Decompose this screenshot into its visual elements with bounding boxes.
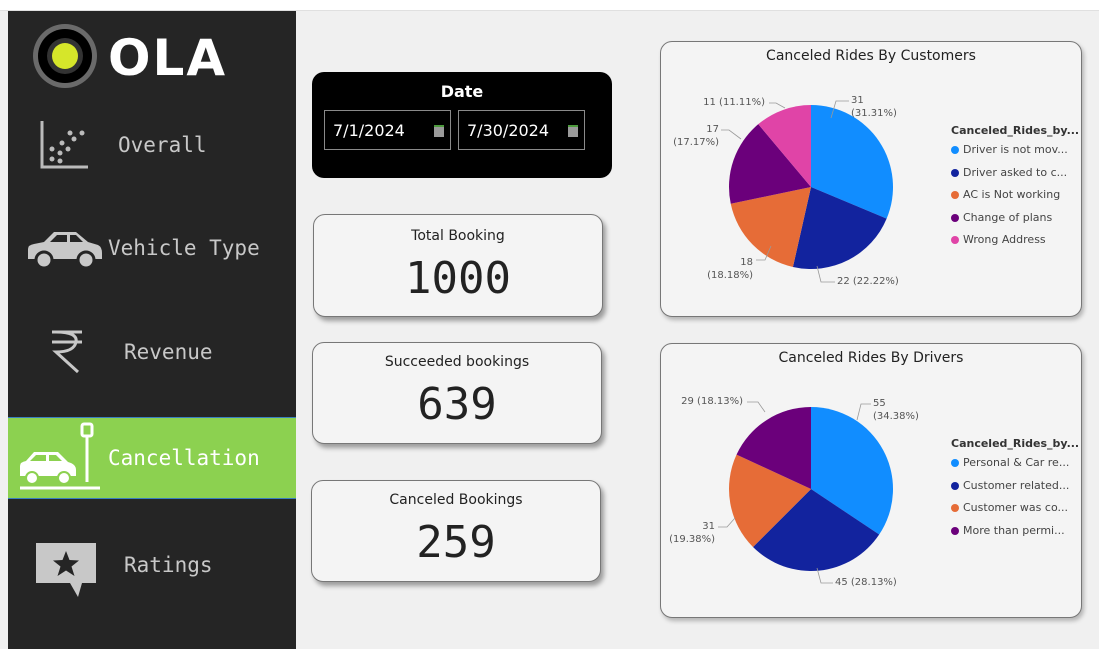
end-date-value: 7/30/2024: [467, 121, 550, 140]
kpi-value: 639: [417, 379, 497, 430]
legend-item[interactable]: AC is Not working: [951, 188, 1060, 201]
end-date-input[interactable]: 7/30/2024: [458, 110, 585, 150]
legend-dot: [951, 168, 959, 177]
legend-dot: [951, 526, 959, 535]
pie-data-label: (18.18%): [707, 270, 753, 281]
pie-data-label: 31: [851, 95, 864, 106]
legend-dot: [951, 191, 959, 200]
calendar-icon[interactable]: [568, 125, 578, 137]
nav-item-vehicle-type[interactable]: Vehicle Type: [8, 211, 296, 291]
nav-item-cancellation[interactable]: Cancellation: [8, 417, 296, 499]
nav-item-revenue[interactable]: Revenue: [8, 316, 296, 396]
parked-car-icon: [20, 422, 100, 490]
nav-item-overall[interactable]: Overall: [8, 111, 296, 191]
pie-data-label: (19.38%): [669, 534, 715, 545]
legend-dot: [951, 481, 959, 490]
legend-label: Personal & Car re...: [963, 456, 1070, 469]
brand-name: OLA: [108, 29, 228, 87]
date-filter: Date 7/1/2024 7/30/2024: [312, 72, 612, 178]
legend-label: More than permi...: [963, 523, 1065, 537]
nav-item-ratings[interactable]: Ratings: [8, 531, 296, 611]
legend-item[interactable]: Customer was co...: [951, 501, 1068, 514]
legend-label: Driver asked to c...: [963, 165, 1068, 179]
start-date-input[interactable]: 7/1/2024: [324, 110, 451, 150]
nav-label-overall: Overall: [118, 133, 207, 157]
start-date-value: 7/1/2024: [333, 121, 405, 140]
star-comment-icon: [36, 543, 96, 597]
pie-chart: 31 (31.31%) 22 (22.22%) 18 (18.18%) 17 (17.17%…: [673, 95, 899, 287]
legend-dot: [951, 213, 959, 222]
kpi-canceled-bookings: Canceled Bookings 259: [311, 480, 601, 582]
pie-data-label: 11 (11.11%): [703, 97, 765, 108]
legend-label: Customer was co...: [963, 501, 1068, 515]
pie-data-label: 55: [873, 398, 886, 409]
nav-label-vehicle-type: Vehicle Type: [108, 236, 260, 260]
legend-label: Change of plans: [963, 210, 1053, 224]
legend-item[interactable]: Wrong Address: [951, 233, 1046, 246]
legend-title: Canceled_Rides_by...: [951, 437, 1080, 450]
legend-dot: [951, 459, 959, 467]
kpi-total-booking: Total Booking 1000: [313, 214, 603, 317]
legend-item[interactable]: Driver asked to c...: [951, 166, 1067, 179]
pie-data-label: 31: [702, 521, 715, 532]
nav-label-revenue: Revenue: [124, 340, 213, 364]
kpi-succeeded-bookings: Succeeded bookings 639: [312, 342, 602, 444]
kpi-value: 1000: [405, 253, 511, 304]
pie-data-label: 29 (18.13%): [681, 396, 743, 407]
legend-title: Canceled_Rides_by...: [951, 124, 1080, 137]
kpi-value: 259: [416, 517, 496, 568]
date-filter-title: Date: [440, 82, 484, 101]
top-border: [0, 0, 1099, 11]
pie-data-label: (31.31%): [851, 108, 897, 119]
kpi-title: Total Booking: [411, 228, 505, 244]
pie-data-label: 18: [740, 257, 753, 268]
data-label-connector: [721, 129, 742, 140]
data-label-connector: [747, 401, 766, 413]
pie-data-label: 17: [706, 124, 719, 135]
chart-canceled-by-drivers: Canceled Rides By Drivers 55 (34.38%) 45 (…: [660, 343, 1082, 618]
data-label-connector: [856, 403, 871, 421]
legend-dot: [951, 146, 959, 154]
nav-label-ratings: Ratings: [124, 553, 213, 577]
data-label-connector: [718, 517, 736, 528]
legend-dot: [951, 504, 959, 513]
legend-item[interactable]: More than permi...: [951, 524, 1065, 537]
pie-data-label: (34.38%): [873, 411, 919, 422]
data-label-connector: [769, 102, 786, 109]
kpi-title: Canceled Bookings: [389, 492, 523, 508]
car-icon: [28, 232, 102, 270]
chart-canceled-by-customers: Canceled Rides By Customers 31 (31.31%) 22…: [660, 41, 1082, 317]
sidebar: OLA Overall Vehicle Type Revenue Cancell…: [8, 11, 296, 649]
bottom-border: [0, 649, 1099, 653]
legend-dot: [951, 236, 959, 245]
legend-label: Wrong Address: [963, 233, 1046, 247]
ola-logo: OLA: [30, 21, 240, 91]
legend-label: AC is Not working: [963, 188, 1061, 202]
legend-item[interactable]: Change of plans: [951, 211, 1052, 224]
legend-item[interactable]: Personal & Car re...: [951, 456, 1069, 469]
pie-data-label: (17.17%): [673, 137, 719, 148]
kpi-title: Succeeded bookings: [384, 354, 530, 370]
scatter-chart-icon: [40, 121, 88, 169]
legend-item[interactable]: Customer related...: [951, 479, 1069, 492]
legend-label: Customer related...: [963, 478, 1070, 492]
calendar-icon[interactable]: [434, 125, 444, 137]
rupee-icon: [52, 330, 82, 374]
ola-logo-icon: [33, 24, 97, 88]
legend-item[interactable]: Driver is not mov...: [951, 143, 1068, 156]
nav-label-cancellation: Cancellation: [108, 446, 260, 470]
pie-data-label: 45 (28.13%): [835, 577, 897, 588]
legend-label: Driver is not mov...: [963, 143, 1068, 156]
pie-data-label: 22 (22.22%): [837, 276, 899, 287]
